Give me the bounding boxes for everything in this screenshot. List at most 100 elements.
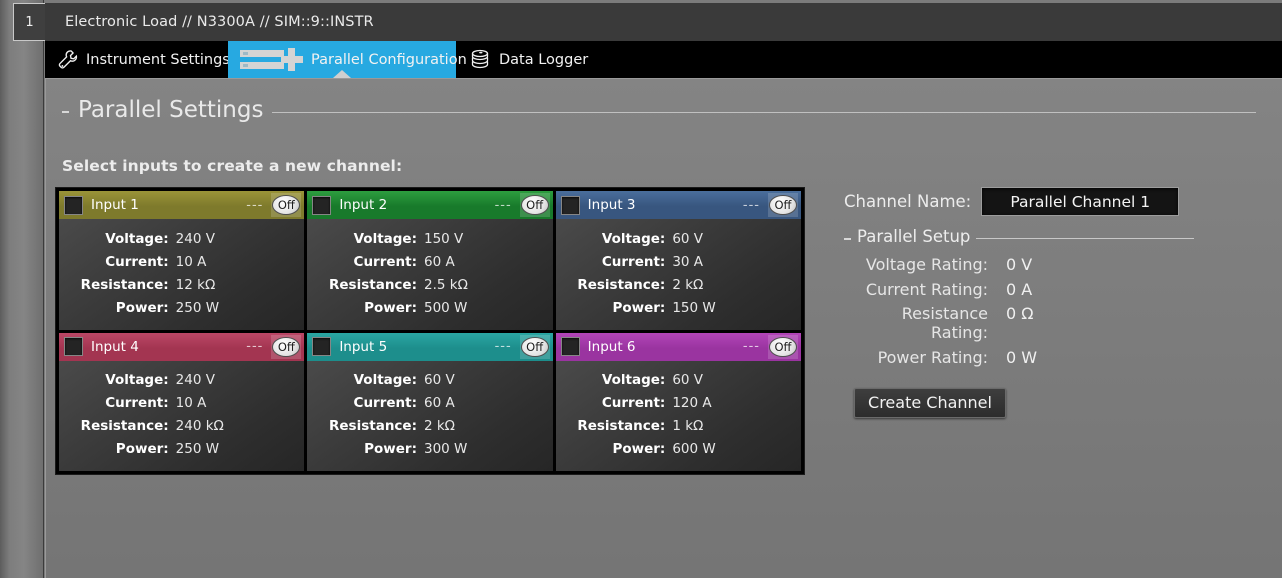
input-select-checkbox[interactable] (560, 337, 580, 356)
input-card-body: Voltage: 60 V Current: 60 A Resistance: 2 kΩ P… (307, 360, 553, 471)
input-spec-label: Voltage: (601, 230, 666, 247)
input-state-badge-wrapper: Off (271, 334, 302, 359)
database-icon (468, 48, 492, 72)
input-spec-label: Power: (364, 299, 417, 316)
create-channel-button[interactable]: Create Channel (854, 387, 1006, 418)
input-card-body: Voltage: 60 V Current: 120 A Resistance: 1 kΩ… (555, 360, 801, 471)
channel-name-input[interactable]: Parallel Channel 1 (981, 187, 1180, 216)
input-spec-label: Current: (105, 253, 169, 270)
input-spec-value: 1 kΩ (672, 418, 704, 435)
left-gutter (0, 0, 44, 578)
input-spec-row: Voltage: 240 V (69, 231, 282, 247)
input-spec-value: 500 W (423, 299, 468, 316)
input-card-body: Voltage: 150 V Current: 60 A Resistance: 2.5 … (307, 219, 553, 330)
input-state-dashes: --- (246, 339, 264, 354)
input-grid-container: Input 1 --- Off Voltage: 240 V Current: 10 A Re… (55, 187, 805, 475)
status-badge: Off (768, 195, 797, 215)
channel-name-row: Channel Name: Parallel Channel 1 (844, 187, 1264, 216)
input-card-header: Input 6 --- Off (555, 332, 801, 361)
input-spec-label: Power: (612, 441, 666, 458)
ratings-list: Voltage Rating: 0 V Current Rating: 0 A Resi… (844, 255, 1264, 367)
input-spec-value: 150 W (672, 299, 716, 316)
input-state-badge-wrapper: Off (767, 334, 798, 359)
window-title: Electronic Load // N3300A // SIM::9::INS… (65, 14, 374, 30)
input-card[interactable]: Input 2 --- Off Voltage: 150 V Current: 60 A Re… (307, 191, 553, 330)
status-badge: Off (520, 195, 549, 215)
tab-instrument-settings-label: Instrument Settings (86, 51, 230, 68)
input-spec-value: 240 V (175, 230, 215, 247)
status-badge: Off (520, 336, 549, 357)
rating-value: 0 Ω (1006, 304, 1034, 323)
input-spec-value: 10 A (175, 395, 207, 412)
input-spec-value: 300 W (423, 441, 468, 458)
input-spec-row: Power: 250 W (69, 441, 282, 457)
tab-parallel-configuration[interactable]: Parallel Configuration (228, 41, 467, 78)
input-name-label: Input 2 (339, 197, 388, 213)
input-spec-value: 250 W (175, 441, 220, 458)
channel-name-label: Channel Name: (844, 192, 972, 211)
input-card-header: Input 5 --- Off (307, 332, 553, 361)
input-grid: Input 1 --- Off Voltage: 240 V Current: 10 A Re… (59, 191, 801, 471)
input-spec-value: 60 V (423, 372, 455, 389)
input-spec-label: Voltage: (601, 372, 666, 389)
input-state-dashes: --- (494, 339, 512, 354)
input-spec-row: Current: 120 A (566, 395, 779, 411)
tab-parallel-configuration-label: Parallel Configuration (311, 51, 467, 68)
input-spec-row: Current: 10 A (69, 395, 282, 411)
input-spec-row: Power: 600 W (566, 441, 779, 457)
setup-collapse-toggle-icon[interactable] (844, 237, 851, 240)
input-spec-row: Current: 60 A (317, 395, 530, 411)
input-card-body: Voltage: 240 V Current: 10 A Resistance: 12 k… (59, 219, 305, 330)
input-spec-row: Current: 10 A (69, 254, 282, 270)
input-card-header: Input 4 --- Off (59, 332, 305, 361)
page-title: Parallel Settings (78, 97, 264, 123)
input-spec-value: 250 W (175, 299, 220, 316)
section-subtitle: Select inputs to create a new channel: (62, 157, 403, 175)
input-select-checkbox[interactable] (64, 337, 83, 356)
input-spec-row: Voltage: 240 V (69, 372, 282, 388)
input-state-badge-wrapper: Off (767, 193, 798, 217)
input-state-dashes: --- (246, 197, 264, 213)
tab-data-logger[interactable]: Data Logger (456, 41, 602, 78)
input-spec-row: Power: 300 W (317, 441, 530, 457)
rating-label: Power Rating: (877, 347, 988, 367)
rating-value: 0 A (1006, 279, 1033, 299)
input-card-body: Voltage: 60 V Current: 30 A Resistance: 2 kΩ P… (555, 219, 801, 330)
input-spec-value: 60 A (423, 395, 455, 412)
rating-value: 0 W (1006, 347, 1038, 367)
input-card[interactable]: Input 3 --- Off Voltage: 60 V Current: 30 A Res… (555, 191, 801, 330)
input-card[interactable]: Input 6 --- Off Voltage: 60 V Current: 120 A Re… (555, 332, 801, 471)
input-state-badge-wrapper: Off (519, 334, 550, 359)
input-name-label: Input 6 (587, 338, 636, 355)
input-card[interactable]: Input 4 --- Off Voltage: 240 V Current: 10 A Re… (59, 332, 305, 471)
collapse-toggle-icon[interactable] (62, 111, 69, 113)
tab-instrument-settings[interactable]: Instrument Settings (45, 41, 244, 78)
input-select-checkbox[interactable] (312, 195, 332, 215)
input-spec-value: 120 A (672, 395, 712, 412)
wrench-icon (57, 49, 79, 71)
section-header: Parallel Settings (62, 97, 1256, 123)
input-spec-row: Voltage: 60 V (566, 231, 779, 247)
input-spec-row: Resistance: 240 kΩ (69, 418, 282, 434)
input-state-badge-wrapper: Off (271, 193, 302, 217)
window-tab-number[interactable]: 1 (13, 3, 45, 41)
input-spec-label: Voltage: (105, 230, 169, 247)
input-spec-value: 10 A (175, 253, 207, 270)
rating-row: Resistance Rating: 0 Ω (844, 304, 1264, 342)
input-card[interactable]: Input 5 --- Off Voltage: 60 V Current: 60 A Res… (307, 332, 553, 471)
input-select-checkbox[interactable] (64, 195, 83, 215)
input-select-checkbox[interactable] (560, 195, 580, 215)
input-spec-row: Power: 500 W (317, 300, 530, 316)
parallel-setup-header: Parallel Setup (844, 227, 1194, 246)
input-state-badge-wrapper: Off (519, 193, 550, 217)
input-select-checkbox[interactable] (312, 337, 332, 356)
input-spec-row: Power: 150 W (566, 300, 779, 316)
input-spec-label: Resistance: (329, 276, 417, 293)
status-badge: Off (272, 336, 301, 357)
input-spec-label: Resistance: (577, 418, 666, 435)
input-spec-label: Current: (601, 253, 666, 270)
tab-strip: Instrument Settings Parallel Configurati… (45, 41, 1282, 78)
input-spec-row: Current: 60 A (317, 254, 530, 270)
input-state-dashes: --- (742, 339, 760, 354)
input-card[interactable]: Input 1 --- Off Voltage: 240 V Current: 10 A Re… (59, 191, 305, 330)
